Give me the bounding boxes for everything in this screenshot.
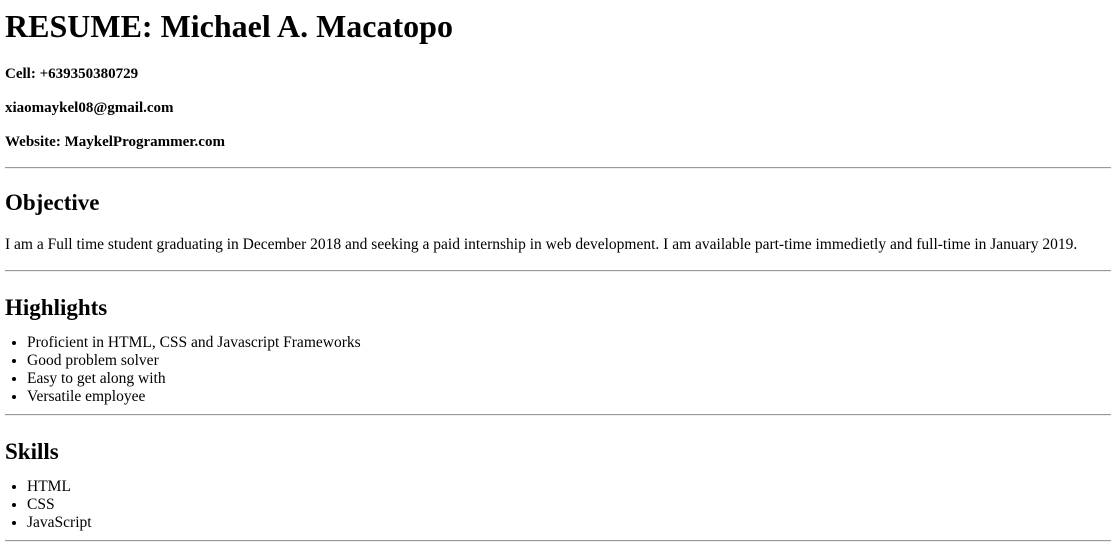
list-item: Versatile employee	[27, 388, 1106, 406]
skills-section: Skills HTML CSS JavaScript	[5, 438, 1106, 532]
highlights-list: Proficient in HTML, CSS and Javascript F…	[5, 334, 1106, 406]
contact-email: xiaomaykel08@gmail.com	[5, 100, 174, 116]
divider	[5, 167, 1111, 169]
contact-cell: Cell: +639350380729	[5, 66, 139, 82]
skills-heading: Skills	[5, 439, 59, 464]
objective-section: Objective I am a Full time student gradu…	[5, 189, 1106, 254]
list-item: Good problem solver	[27, 352, 1106, 370]
divider	[5, 540, 1111, 542]
list-item: CSS	[27, 496, 1106, 514]
divider	[5, 270, 1111, 272]
list-item: HTML	[27, 478, 1106, 496]
objective-heading: Objective	[5, 190, 100, 215]
page-title: RESUME: Michael A. Macatopo	[5, 8, 453, 44]
list-item: JavaScript	[27, 514, 1106, 532]
skills-list: HTML CSS JavaScript	[5, 478, 1106, 532]
contact-website: Website: MaykelProgrammer.com	[5, 134, 225, 150]
highlights-heading: Highlights	[5, 295, 108, 320]
objective-text: I am a Full time student graduating in D…	[5, 236, 1078, 253]
highlights-section: Highlights Proficient in HTML, CSS and J…	[5, 294, 1106, 406]
divider	[5, 414, 1111, 416]
list-item: Proficient in HTML, CSS and Javascript F…	[27, 334, 1106, 352]
list-item: Easy to get along with	[27, 370, 1106, 388]
